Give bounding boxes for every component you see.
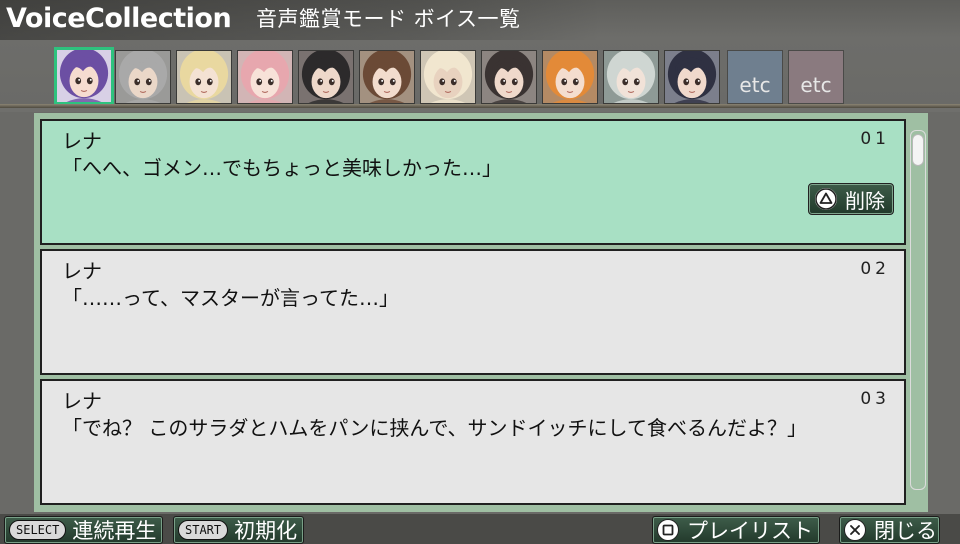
character-portrait — [604, 51, 658, 103]
delete-label: 削除 — [845, 188, 885, 213]
voice-entry-2[interactable]: レナ 02 「……って、マスターが言ってた…」 — [40, 249, 906, 375]
close-label: 閉じる — [874, 519, 937, 543]
etc-tab-2[interactable]: etc — [788, 50, 844, 104]
character-portrait — [665, 51, 719, 103]
entry-number: 02 — [860, 259, 890, 279]
character-tab-2[interactable] — [115, 50, 171, 104]
entry-number: 03 — [860, 389, 890, 409]
character-tab-9[interactable] — [542, 50, 598, 104]
header-divider — [0, 104, 960, 108]
character-portrait — [421, 51, 475, 103]
entry-number: 01 — [860, 129, 890, 149]
triangle-button-icon — [815, 188, 837, 210]
start-key-icon: START — [178, 520, 229, 540]
voice-list: レナ 01 「へへ、ゴメン…でもちょっと美味しかった…」 削除 レナ 02 「…… — [34, 113, 928, 512]
entry-speaker: レナ — [62, 259, 102, 283]
select-key-icon: SELECT — [9, 520, 67, 540]
character-portrait — [299, 51, 353, 103]
reset-label: 初期化 — [234, 519, 298, 543]
character-portrait — [57, 50, 111, 102]
character-tab-3[interactable] — [176, 50, 232, 104]
voice-entry-1[interactable]: レナ 01 「へへ、ゴメン…でもちょっと美味しかった…」 削除 — [40, 119, 906, 245]
scrollbar[interactable] — [910, 130, 926, 490]
continuous-play-label: 連続再生 — [72, 519, 157, 543]
continuous-play-button[interactable]: SELECT 連続再生 — [4, 516, 164, 544]
app-title: VoiceCollection — [6, 3, 232, 34]
character-tab-4[interactable] — [237, 50, 293, 104]
playlist-button[interactable]: プレイリスト — [652, 516, 820, 544]
character-tab-11[interactable] — [664, 50, 720, 104]
character-tab-6[interactable] — [359, 50, 415, 104]
character-portrait — [360, 51, 414, 103]
entry-speaker: レナ — [62, 389, 102, 413]
character-tab-10[interactable] — [603, 50, 659, 104]
close-button[interactable]: 閉じる — [839, 516, 940, 544]
character-tab-1[interactable] — [54, 47, 114, 105]
mode-title: 音声鑑賞モード ボイス一覧 — [256, 7, 521, 31]
character-portrait — [482, 51, 536, 103]
character-portrait — [543, 51, 597, 103]
character-tab-7[interactable] — [420, 50, 476, 104]
title-bar: VoiceCollection 音声鑑賞モード ボイス一覧 — [0, 0, 600, 40]
footer-bar: SELECT 連続再生 START 初期化 プレイリスト 閉じる — [0, 514, 960, 544]
playlist-label: プレイリスト — [687, 519, 813, 543]
entry-line: 「……って、マスターが言ってた…」 — [62, 286, 399, 310]
entry-line: 「でね？ このサラダとハムをパンに挟んで、サンドイッチにして食べるんだよ？」 — [62, 416, 807, 440]
entry-speaker: レナ — [62, 129, 102, 153]
header: VoiceCollection 音声鑑賞モード ボイス一覧 etc etc — [0, 0, 960, 108]
scrollbar-thumb[interactable] — [912, 134, 924, 166]
character-portrait — [177, 51, 231, 103]
character-tab-strip: etc etc — [54, 47, 854, 107]
square-button-icon — [657, 519, 679, 541]
character-tab-8[interactable] — [481, 50, 537, 104]
voice-entry-3[interactable]: レナ 03 「でね？ このサラダとハムをパンに挟んで、サンドイッチにして食べるん… — [40, 379, 906, 505]
character-tab-5[interactable] — [298, 50, 354, 104]
reset-button[interactable]: START 初期化 — [173, 516, 305, 544]
etc-tab-1[interactable]: etc — [727, 50, 783, 104]
character-portrait — [116, 51, 170, 103]
delete-button[interactable]: 削除 — [808, 183, 894, 215]
entry-line: 「へへ、ゴメン…でもちょっと美味しかった…」 — [62, 156, 502, 180]
cross-button-icon — [844, 519, 866, 541]
character-portrait — [238, 51, 292, 103]
